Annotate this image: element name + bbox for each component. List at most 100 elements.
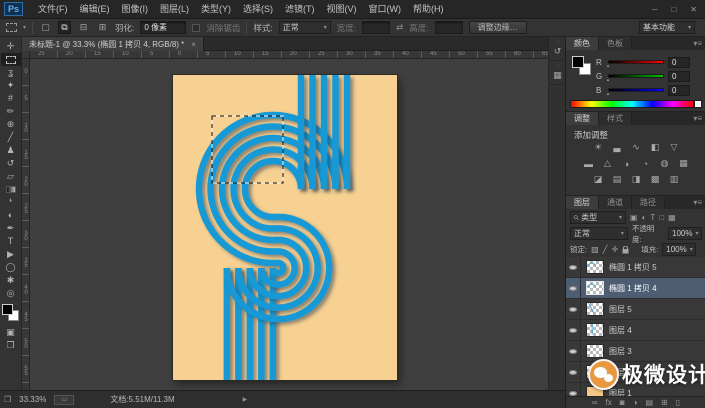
- rectangular-marquee-tool-icon[interactable]: [0, 53, 21, 66]
- panel-menu-icon[interactable]: ▾≡: [693, 196, 705, 209]
- posterize-icon[interactable]: ▤: [611, 174, 623, 185]
- refine-edge-button[interactable]: 调整边缘…: [468, 21, 527, 34]
- menu-item[interactable]: 窗口(W): [363, 0, 408, 19]
- preset-dropdown-icon[interactable]: ▾: [23, 24, 26, 31]
- type-tool-icon[interactable]: T: [1, 235, 21, 248]
- menu-item[interactable]: 类型(Y): [195, 0, 237, 19]
- lasso-tool-icon[interactable]: ʓ: [1, 66, 21, 79]
- threshold-icon[interactable]: ◨: [630, 174, 642, 185]
- crop-tool-icon[interactable]: #: [1, 92, 21, 105]
- channel-slider[interactable]: [608, 88, 664, 92]
- adjustments-tab[interactable]: 调整: [566, 112, 599, 125]
- minimize-button[interactable]: ─: [652, 5, 658, 14]
- filter-smart-objects-icon[interactable]: ▦: [668, 213, 676, 222]
- slider-marker-icon[interactable]: ▲: [606, 77, 610, 82]
- layer-style-icon[interactable]: fx: [606, 398, 612, 407]
- hand-tool-icon[interactable]: ✱: [1, 274, 21, 287]
- invert-icon[interactable]: ◪: [592, 174, 604, 185]
- panel-menu-icon[interactable]: ▾≡: [693, 37, 705, 50]
- color-tab[interactable]: 色板: [599, 37, 632, 50]
- document-canvas[interactable]: [173, 75, 397, 380]
- black-white-icon[interactable]: ◑: [621, 158, 633, 169]
- slider-marker-icon[interactable]: ▲: [606, 91, 610, 96]
- layer-visibility-toggle[interactable]: [566, 382, 581, 397]
- channel-slider[interactable]: [608, 74, 664, 78]
- screen-mode-icon[interactable]: ❐: [4, 395, 11, 404]
- subtract-from-selection-icon[interactable]: ⊟: [77, 21, 90, 34]
- menu-item[interactable]: 帮助(H): [407, 0, 450, 19]
- foreground-background-swatches[interactable]: [1, 304, 20, 322]
- blend-mode-select[interactable]: 正常 ▾: [570, 227, 628, 240]
- channel-slider[interactable]: [608, 60, 664, 64]
- brush-tool-icon[interactable]: ╱: [1, 131, 21, 144]
- color-balance-icon[interactable]: △: [602, 158, 614, 169]
- exposure-icon[interactable]: ◧: [649, 142, 661, 153]
- close-button[interactable]: ✕: [690, 5, 697, 14]
- layer-mask-icon[interactable]: ◙: [620, 398, 625, 407]
- channel-value-input[interactable]: 0: [668, 56, 690, 68]
- layer-name[interactable]: 图层 4: [609, 325, 632, 336]
- fill-select[interactable]: 100% ▾: [662, 243, 697, 256]
- layer-visibility-toggle[interactable]: [566, 257, 581, 278]
- menu-item[interactable]: 视图(V): [321, 0, 363, 19]
- quick-selection-tool-icon[interactable]: ✦: [1, 79, 21, 92]
- history-panel-button[interactable]: ∷ ↺: [549, 37, 566, 61]
- layer-name[interactable]: 椭圆 1 拷贝 4: [609, 283, 657, 294]
- pen-tool-icon[interactable]: ✒: [1, 222, 21, 235]
- color-spectrum-bar[interactable]: [570, 100, 694, 108]
- healing-brush-tool-icon[interactable]: ⊕: [1, 118, 21, 131]
- link-layers-icon[interactable]: ∞: [592, 398, 598, 407]
- gradient-tool-icon[interactable]: [1, 183, 21, 196]
- dodge-tool-icon[interactable]: ◐: [1, 209, 21, 222]
- menu-item[interactable]: 编辑(E): [74, 0, 116, 19]
- menu-item[interactable]: 图像(I): [116, 0, 155, 19]
- filter-pixel-layers-icon[interactable]: ▣: [630, 213, 638, 222]
- spectrum-white-swatch[interactable]: [694, 100, 702, 108]
- new-selection-icon[interactable]: ▢: [39, 21, 52, 34]
- maximize-button[interactable]: □: [671, 5, 676, 14]
- feather-input[interactable]: 0 像素: [140, 21, 187, 34]
- lock-position-icon[interactable]: ✛: [611, 245, 618, 254]
- lock-transparency-icon[interactable]: ▨: [591, 245, 599, 254]
- menu-item[interactable]: 滤镜(T): [279, 0, 321, 19]
- color-tab[interactable]: 颜色: [566, 37, 599, 50]
- channel-value-input[interactable]: 0: [668, 70, 690, 82]
- layer-name[interactable]: 椭圆 1 拷贝 5: [609, 262, 657, 273]
- filter-type-layers-icon[interactable]: T: [650, 213, 655, 222]
- photo-filter-icon[interactable]: ◔: [640, 158, 652, 169]
- gradient-map-icon[interactable]: ▥: [668, 174, 680, 185]
- hue-saturation-icon[interactable]: ▬: [583, 158, 595, 169]
- filter-adjustment-layers-icon[interactable]: ◐: [642, 213, 647, 222]
- layers-tab[interactable]: 通道: [599, 196, 632, 209]
- layer-row[interactable]: ◠ 椭圆 1 拷贝 4: [566, 277, 705, 299]
- curves-icon[interactable]: ∿: [630, 142, 642, 153]
- document-tab[interactable]: 未标题-1 @ 33.3% (椭圆 1 拷贝 4, RGB/8) * ×: [22, 37, 204, 51]
- clone-stamp-tool-icon[interactable]: ♟: [1, 144, 21, 157]
- layer-visibility-toggle[interactable]: [566, 361, 581, 383]
- layer-row[interactable]: ◠ 椭圆 1 拷贝 5: [566, 257, 705, 278]
- channel-mixer-icon[interactable]: ◍: [659, 158, 671, 169]
- layer-thumbnail[interactable]: ◠: [586, 260, 604, 274]
- levels-icon[interactable]: ▃: [611, 142, 623, 153]
- layer-row[interactable]: ╲ 图层 5: [566, 298, 705, 320]
- layer-thumbnail[interactable]: ❘: [586, 323, 604, 337]
- adjustments-tab[interactable]: 样式: [599, 112, 632, 125]
- foreground-color-swatch[interactable]: [572, 56, 584, 68]
- foreground-color-swatch[interactable]: [1, 304, 13, 315]
- quick-mask-icon[interactable]: ▣: [1, 326, 21, 339]
- eyedropper-tool-icon[interactable]: ✏: [1, 105, 21, 118]
- channel-value-input[interactable]: 0: [668, 84, 690, 96]
- brightness-contrast-icon[interactable]: ☀: [592, 142, 604, 153]
- group-layers-icon[interactable]: ▤: [645, 398, 653, 407]
- tool-preset-icon[interactable]: [6, 23, 17, 32]
- move-tool-icon[interactable]: ✛: [1, 40, 21, 53]
- zoom-level[interactable]: 33.33%: [19, 395, 46, 404]
- panel-menu-icon[interactable]: ▾≡: [693, 112, 705, 125]
- layer-visibility-toggle[interactable]: [566, 340, 581, 362]
- close-tab-icon[interactable]: ×: [191, 40, 196, 49]
- slider-marker-icon[interactable]: ▲: [606, 63, 610, 68]
- history-brush-tool-icon[interactable]: ↺: [1, 157, 21, 170]
- lock-all-icon[interactable]: [622, 245, 629, 254]
- selective-color-icon[interactable]: ▩: [649, 174, 661, 185]
- menu-item[interactable]: 图层(L): [154, 0, 195, 19]
